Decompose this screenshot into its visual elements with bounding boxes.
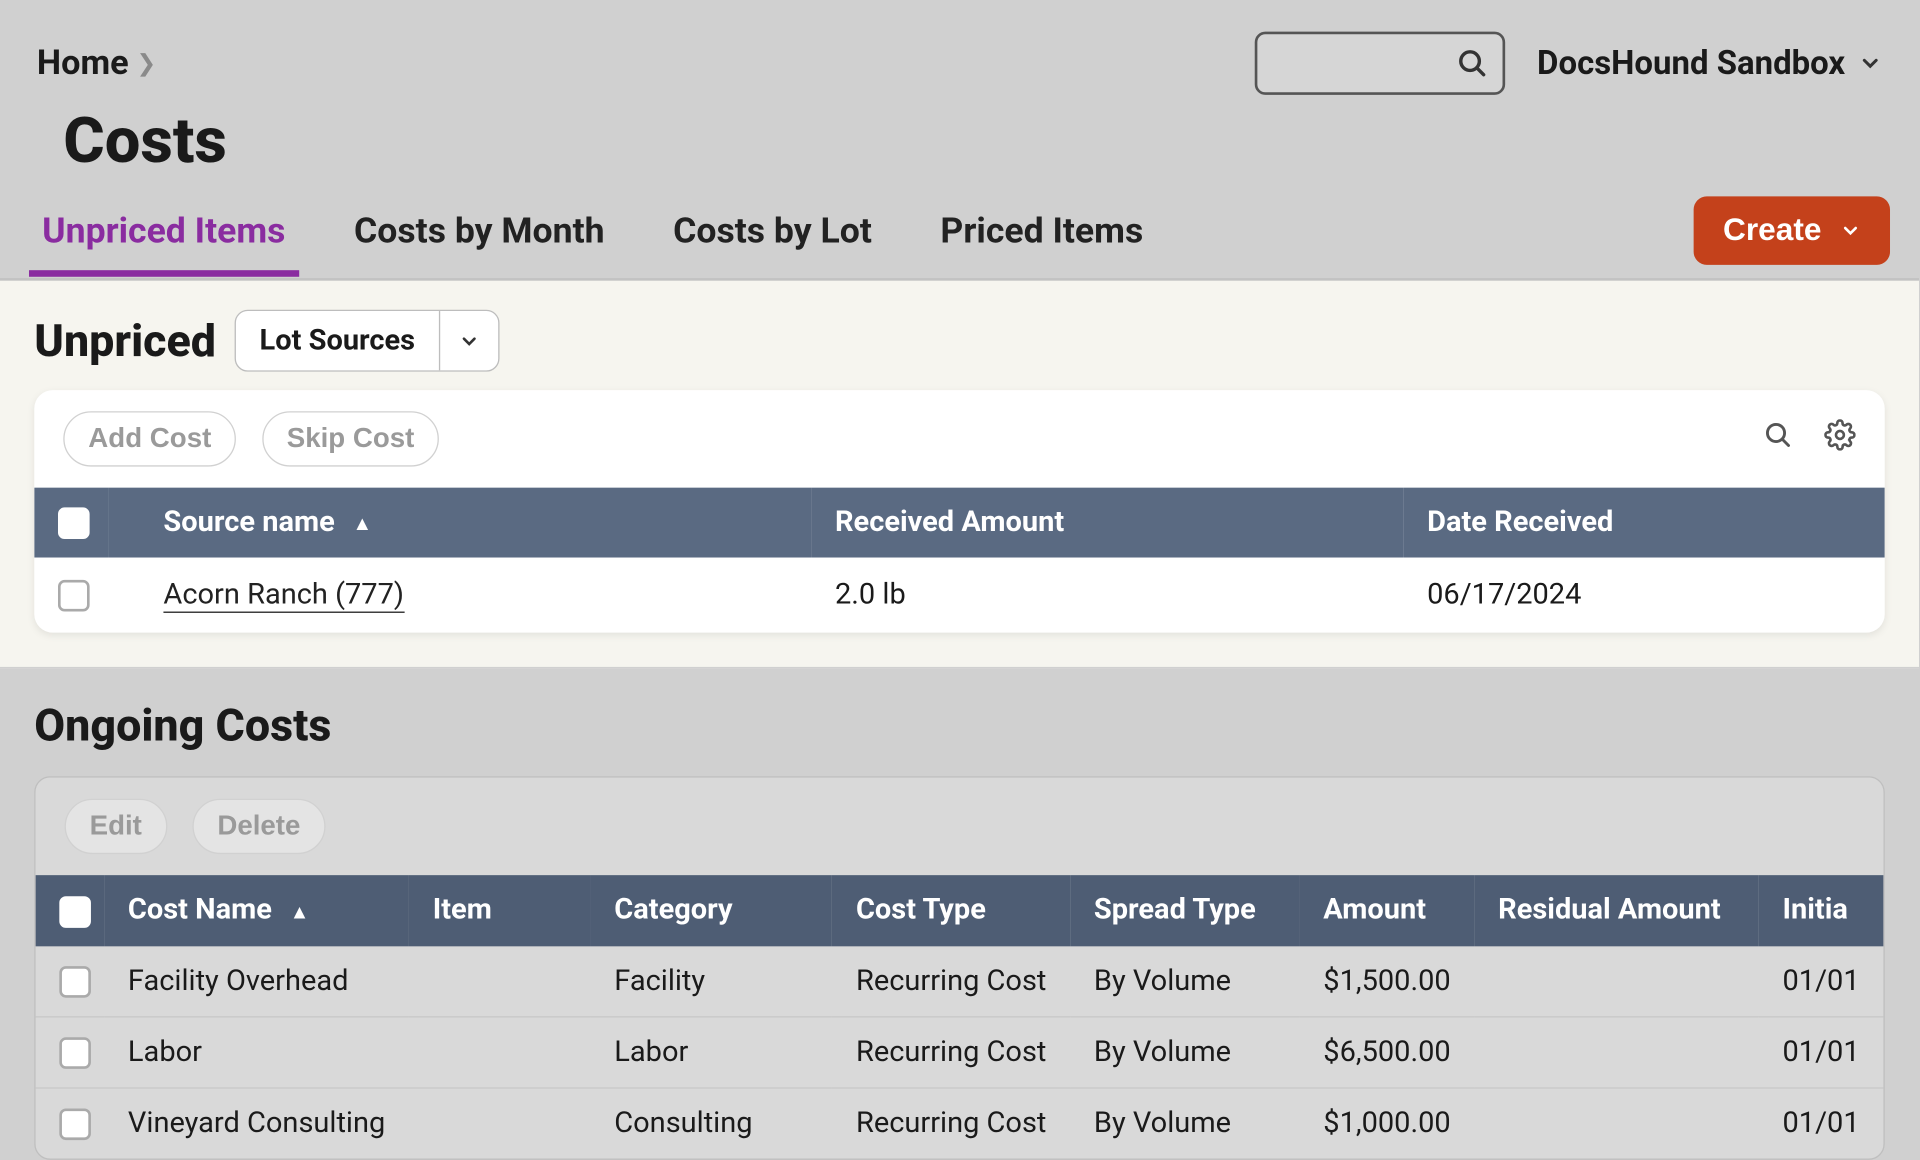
lot-sources-label: Lot Sources <box>236 311 439 370</box>
workspace-name: DocsHound Sandbox <box>1537 44 1845 82</box>
ongoing-table-header: Cost Name ▲ Item Category Cost Type Spre… <box>36 876 1884 946</box>
cell-amount: $1,500.00 <box>1300 946 1475 1017</box>
search-icon <box>1455 46 1489 80</box>
cell-initial: 01/01 <box>1759 1017 1884 1088</box>
col-amount[interactable]: Amount <box>1300 876 1475 946</box>
chevron-down-icon <box>439 311 498 370</box>
col-category[interactable]: Category <box>591 876 833 946</box>
table-settings-button[interactable] <box>1824 419 1856 451</box>
add-cost-button[interactable]: Add Cost <box>63 411 236 466</box>
cell-initial: 01/01 <box>1759 946 1884 1017</box>
sort-asc-icon: ▲ <box>290 900 310 924</box>
row-checkbox[interactable] <box>59 966 91 998</box>
col-cost-name[interactable]: Cost Name ▲ <box>104 876 409 946</box>
workspace-switcher[interactable]: DocsHound Sandbox <box>1537 44 1882 82</box>
unpriced-heading: Unpriced <box>34 314 216 367</box>
cell-category: Facility <box>591 946 833 1017</box>
edit-button[interactable]: Edit <box>65 799 167 854</box>
table-search-button[interactable] <box>1762 419 1794 451</box>
cell-received-amount: 2.0 lb <box>811 558 1403 633</box>
table-row[interactable]: Vineyard Consulting Consulting Recurring… <box>36 1088 1884 1159</box>
cell-residual-amount <box>1474 1017 1758 1088</box>
tab-costs-by-month[interactable]: Costs by Month <box>341 198 618 276</box>
chevron-right-icon: ❯ <box>137 49 157 77</box>
cell-item <box>409 1088 591 1159</box>
cell-cost-type: Recurring Cost <box>832 946 1070 1017</box>
create-button[interactable]: Create <box>1694 196 1890 265</box>
table-row[interactable]: Facility Overhead Facility Recurring Cos… <box>36 946 1884 1017</box>
page-title: Costs <box>63 103 1882 178</box>
col-cost-type[interactable]: Cost Type <box>832 876 1070 946</box>
tabs: Unpriced Items Costs by Month Costs by L… <box>29 198 1156 276</box>
delete-button[interactable]: Delete <box>192 799 325 854</box>
cell-category: Labor <box>591 1017 833 1088</box>
cell-amount: $1,000.00 <box>1300 1088 1475 1159</box>
col-spread-type[interactable]: Spread Type <box>1070 876 1299 946</box>
col-received-amount[interactable]: Received Amount <box>811 488 1403 558</box>
breadcrumb-home[interactable]: Home <box>37 43 129 83</box>
col-source-name[interactable]: Source name ▲ <box>108 488 811 558</box>
col-item[interactable]: Item <box>409 876 591 946</box>
cell-category: Consulting <box>591 1088 833 1159</box>
skip-cost-button[interactable]: Skip Cost <box>262 411 440 466</box>
cell-residual-amount <box>1474 946 1758 1017</box>
lot-sources-dropdown[interactable]: Lot Sources <box>234 310 499 372</box>
tab-unpriced-items[interactable]: Unpriced Items <box>29 198 299 276</box>
cell-amount: $6,500.00 <box>1300 1017 1475 1088</box>
chevron-down-icon <box>1840 220 1861 241</box>
col-initial[interactable]: Initia <box>1759 876 1884 946</box>
cell-item <box>409 946 591 1017</box>
cell-initial: 01/01 <box>1759 1088 1884 1159</box>
sort-asc-icon: ▲ <box>353 512 373 536</box>
cell-cost-name: Vineyard Consulting <box>104 1088 409 1159</box>
cell-spread-type: By Volume <box>1070 946 1299 1017</box>
cell-date-received: 06/17/2024 <box>1403 558 1884 633</box>
create-button-label: Create <box>1723 212 1821 249</box>
row-checkbox[interactable] <box>58 580 90 612</box>
select-all-checkbox[interactable] <box>58 508 90 540</box>
breadcrumb: Home ❯ <box>37 43 157 83</box>
cell-residual-amount <box>1474 1088 1758 1159</box>
chevron-down-icon <box>1858 51 1882 75</box>
tab-costs-by-lot[interactable]: Costs by Lot <box>660 198 885 276</box>
source-link[interactable]: Acorn Ranch (777) <box>163 579 404 613</box>
select-all-checkbox[interactable] <box>59 896 91 928</box>
col-date-received[interactable]: Date Received <box>1403 488 1884 558</box>
global-search[interactable] <box>1255 32 1505 95</box>
cell-cost-type: Recurring Cost <box>832 1017 1070 1088</box>
table-row[interactable]: Acorn Ranch (777) 2.0 lb 06/17/2024 <box>34 558 1884 633</box>
ongoing-heading: Ongoing Costs <box>34 700 1884 753</box>
cell-spread-type: By Volume <box>1070 1017 1299 1088</box>
table-row[interactable]: Labor Labor Recurring Cost By Volume $6,… <box>36 1017 1884 1088</box>
cell-spread-type: By Volume <box>1070 1088 1299 1159</box>
row-checkbox[interactable] <box>59 1109 91 1141</box>
cell-cost-name: Labor <box>104 1017 409 1088</box>
row-checkbox[interactable] <box>59 1037 91 1069</box>
col-residual-amount[interactable]: Residual Amount <box>1474 876 1758 946</box>
unpriced-table-header: Source name ▲ Received Amount Date Recei… <box>34 488 1884 558</box>
tab-priced-items[interactable]: Priced Items <box>927 198 1156 276</box>
cell-cost-type: Recurring Cost <box>832 1088 1070 1159</box>
cell-cost-name: Facility Overhead <box>104 946 409 1017</box>
cell-item <box>409 1017 591 1088</box>
